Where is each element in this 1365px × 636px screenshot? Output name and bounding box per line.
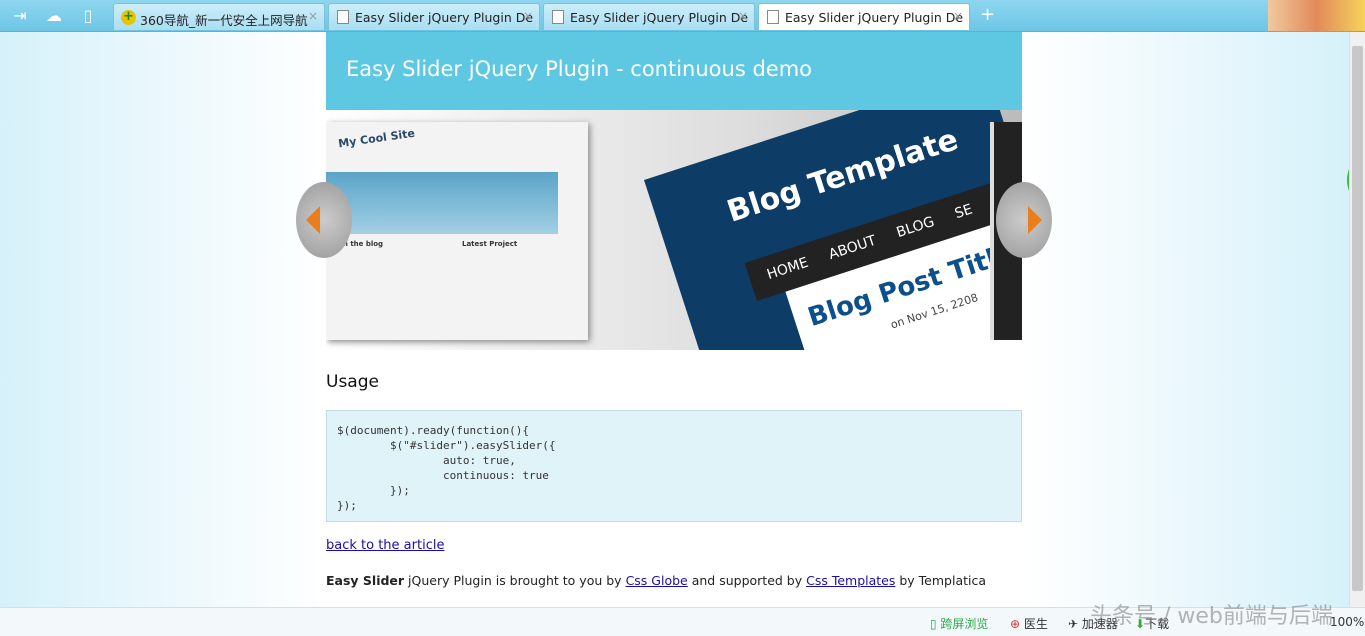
doctor-icon: ⊕ [1010,617,1021,631]
arrow-right-icon [1028,206,1042,234]
page-title: Easy Slider jQuery Plugin - continuous d… [346,57,812,81]
slide-image-blog-template: Blog Template HOME ABOUT BLOG SE Blog Po… [644,110,1022,350]
close-icon[interactable]: × [738,9,748,23]
credit-text: by Templatica [895,573,987,588]
slide-band [326,172,558,234]
new-tab-button[interactable]: + [980,4,995,25]
slide-text: My Cool Site [337,126,416,151]
tab-label: 360导航_新一代安全上网导航 [140,13,308,28]
scrollbar-thumb[interactable] [1352,46,1363,591]
css-templates-link[interactable]: Css Templates [806,573,895,588]
page-icon [767,10,779,24]
tab-label: Easy Slider jQuery Plugin De [785,10,964,25]
css-globe-link[interactable]: Css Globe [626,573,688,588]
slide-image-cool-site: My Cool Site From the blog Latest Projec… [326,122,588,340]
credit-line: Easy Slider jQuery Plugin is brought to … [326,573,986,588]
vertical-scrollbar[interactable] [1349,32,1365,607]
tab-label: Easy Slider jQuery Plugin De [570,10,749,25]
close-icon[interactable]: × [308,9,318,23]
slide-text: Latest Project [462,240,518,248]
360-logo-icon: + [121,10,136,25]
tab-bar: ⇥ ☁ ▯ +360导航_新一代安全上网导航 × Easy Slider jQue… [0,0,1365,32]
usage-heading: Usage [326,372,379,392]
watermark: 头条号 / web前端与后端 [1090,604,1333,629]
slider-prev-button[interactable] [296,182,352,258]
page-content: Easy Slider jQuery Plugin - continuous d… [0,32,1349,607]
back-to-article-link[interactable]: back to the article [326,538,444,553]
page-icon [337,10,349,24]
cross-screen-button[interactable]: ▯ 跨屏浏览 [930,615,988,632]
image-slider: My Cool Site From the blog Latest Projec… [326,110,1022,350]
arrow-left-icon [306,206,320,234]
tab-easy-slider-active[interactable]: Easy Slider jQuery Plugin De × [758,3,970,30]
brand-text: Easy Slider [326,573,405,588]
status-label: 医生 [1023,617,1048,631]
slider-next-button[interactable] [996,182,1052,258]
tab-easy-slider-2[interactable]: Easy Slider jQuery Plugin De × [543,3,755,30]
close-icon[interactable]: × [523,9,533,23]
close-icon[interactable]: × [953,9,963,23]
sidebar-toggle-icon[interactable]: ⇥ [10,6,30,26]
tab-360[interactable]: +360导航_新一代安全上网导航 × [113,3,325,30]
avatar[interactable] [1268,0,1365,31]
page-header: Easy Slider jQuery Plugin - continuous d… [326,32,1022,110]
zoom-level[interactable]: 100% [1330,615,1364,629]
credit-text: jQuery Plugin is brought to you by [404,573,626,588]
cloud-icon[interactable]: ☁ [44,6,64,26]
tab-label: Easy Slider jQuery Plugin De [355,10,534,25]
tab-easy-slider-1[interactable]: Easy Slider jQuery Plugin De × [328,3,540,30]
credit-text: and supported by [687,573,807,588]
status-label: 跨屏浏览 [940,617,989,631]
page-icon [552,10,564,24]
phone-icon[interactable]: ▯ [78,6,98,26]
code-block: $(document).ready(function(){ $("#slider… [326,410,1022,522]
doctor-button[interactable]: ⊕ 医生 [1010,615,1048,632]
